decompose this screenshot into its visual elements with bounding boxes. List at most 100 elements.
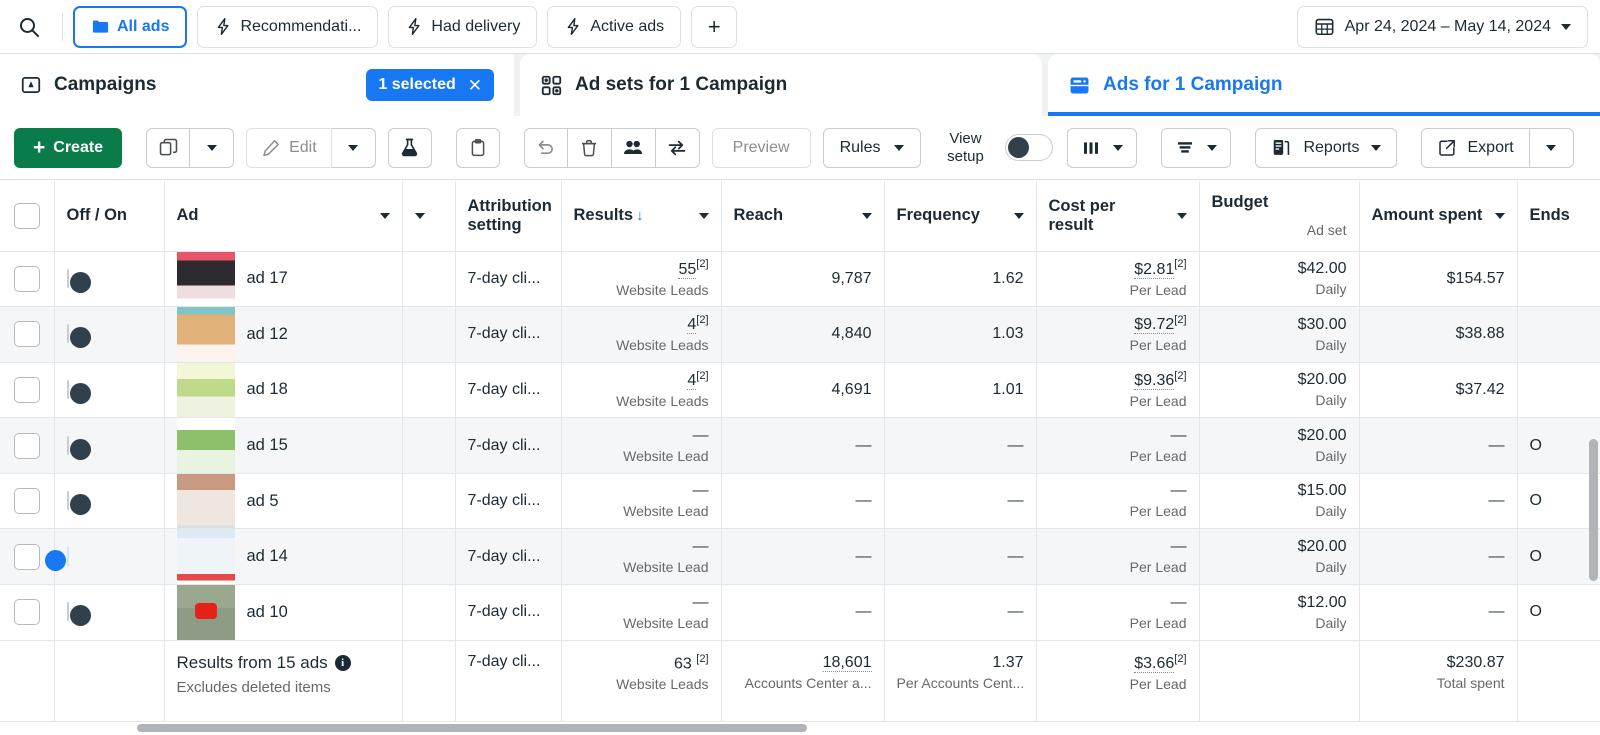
selected-count-label: 1 selected xyxy=(378,76,455,94)
edit-menu-button[interactable] xyxy=(332,128,376,168)
chevron-down-icon[interactable] xyxy=(380,213,390,219)
select-all-checkbox[interactable] xyxy=(14,203,40,229)
row-ad-cell[interactable]: ad 5 xyxy=(164,473,402,529)
columns-button[interactable] xyxy=(1067,128,1137,168)
budget-value: $12.00 xyxy=(1212,593,1347,613)
table-row[interactable]: ad 18 7-day cli... 4[2] Website Leads 4,… xyxy=(0,362,1600,418)
folder-icon xyxy=(91,17,110,36)
cpr-subtext: Per Lead xyxy=(1049,282,1187,300)
duplicate-menu-button[interactable] xyxy=(190,128,234,168)
edit-button[interactable]: Edit xyxy=(246,128,332,168)
chevron-down-icon[interactable] xyxy=(1495,213,1505,219)
row-ad-cell[interactable]: ad 15 xyxy=(164,418,402,474)
filter-chip-all-ads[interactable]: All ads xyxy=(73,6,187,48)
ad-status-toggle[interactable] xyxy=(67,380,69,399)
row-select-cell[interactable] xyxy=(0,362,54,418)
row-ad-cell[interactable]: ad 10 xyxy=(164,585,402,641)
ad-status-toggle[interactable] xyxy=(67,602,69,621)
table-row[interactable]: ad 10 7-day cli... — Website Lead — — — … xyxy=(0,585,1600,641)
row-checkbox[interactable] xyxy=(14,266,40,292)
row-toggle-cell[interactable] xyxy=(54,418,164,474)
preview-button[interactable]: Preview xyxy=(712,128,811,168)
row-checkbox[interactable] xyxy=(14,321,40,347)
row-toggle-cell[interactable] xyxy=(54,362,164,418)
sort-arrow-icon[interactable]: ↓ xyxy=(636,207,644,224)
row-ad-cell[interactable]: ad 12 xyxy=(164,307,402,363)
results-subtext: Website Leads xyxy=(574,393,709,411)
row-toggle-cell[interactable] xyxy=(54,529,164,585)
delete-button[interactable] xyxy=(568,128,612,168)
row-toggle-cell[interactable] xyxy=(54,585,164,641)
chevron-down-icon[interactable] xyxy=(1561,24,1571,30)
table-row[interactable]: ad 12 7-day cli... 4[2] Website Leads 4,… xyxy=(0,307,1600,363)
ad-status-toggle[interactable] xyxy=(67,547,69,566)
row-checkbox[interactable] xyxy=(14,377,40,403)
clipboard-button[interactable] xyxy=(456,128,500,168)
tab-campaigns[interactable]: Campaigns 1 selected ✕ xyxy=(0,54,514,116)
row-ad-cell[interactable]: ad 14 xyxy=(164,529,402,585)
row-checkbox[interactable] xyxy=(14,599,40,625)
ads-table-container[interactable]: Off / On Ad Attribution setting Results↓ xyxy=(0,181,1600,735)
table-row[interactable]: ad 17 7-day cli... 55[2] Website Leads 9… xyxy=(0,251,1600,307)
create-button[interactable]: + Create xyxy=(14,128,122,168)
export-button[interactable]: Export xyxy=(1421,128,1530,168)
row-select-cell[interactable] xyxy=(0,251,54,307)
table-row[interactable]: ad 5 7-day cli... — Website Lead — — — P… xyxy=(0,473,1600,529)
row-checkbox[interactable] xyxy=(14,433,40,459)
row-ad-cell[interactable]: ad 18 xyxy=(164,362,402,418)
budget-subtext: Daily xyxy=(1212,559,1347,577)
cpr-value: — xyxy=(1171,482,1187,499)
summary-row: Results from 15 ads i Excludes deleted i… xyxy=(0,640,1600,728)
filter-chip-had-delivery[interactable]: Had delivery xyxy=(388,6,537,48)
tab-ad-sets[interactable]: Ad sets for 1 Campaign xyxy=(520,54,1042,116)
table-row[interactable]: ad 14 7-day cli... — Website Lead — — — … xyxy=(0,529,1600,585)
row-toggle-cell[interactable] xyxy=(54,251,164,307)
row-select-cell[interactable] xyxy=(0,307,54,363)
reports-button[interactable]: Reports xyxy=(1255,128,1396,168)
horizontal-scrollbar-thumb[interactable] xyxy=(137,724,807,732)
breakdown-button[interactable] xyxy=(1161,128,1231,168)
view-setup-toggle[interactable] xyxy=(1005,134,1053,161)
clear-selection-icon[interactable]: ✕ xyxy=(468,77,482,94)
row-toggle-cell[interactable] xyxy=(54,307,164,363)
row-select-cell[interactable] xyxy=(0,418,54,474)
ad-status-toggle[interactable] xyxy=(67,324,69,343)
chevron-down-icon[interactable] xyxy=(699,213,709,219)
horizontal-scrollbar-track[interactable] xyxy=(0,721,1600,735)
filter-chip-recommendations[interactable]: Recommendati... xyxy=(197,6,378,48)
move-button[interactable] xyxy=(656,128,700,168)
header-budget: Budget Ad set xyxy=(1199,181,1359,251)
row-checkbox[interactable] xyxy=(14,544,40,570)
vertical-scrollbar[interactable] xyxy=(1589,439,1598,581)
audience-button[interactable] xyxy=(612,128,656,168)
date-range-picker[interactable]: Apr 24, 2024 – May 14, 2024 xyxy=(1297,6,1588,48)
ab-test-button[interactable] xyxy=(388,128,432,168)
export-menu-button[interactable] xyxy=(1530,128,1574,168)
row-select-cell[interactable] xyxy=(0,473,54,529)
chevron-down-icon[interactable] xyxy=(415,213,425,219)
info-icon[interactable]: i xyxy=(335,655,351,671)
search-button[interactable] xyxy=(6,4,52,50)
selected-count-badge[interactable]: 1 selected ✕ xyxy=(366,69,494,101)
header-select-all[interactable] xyxy=(0,181,54,251)
undo-button[interactable] xyxy=(524,128,568,168)
footer-results-subtext: Website Leads xyxy=(574,676,709,694)
table-row[interactable]: ad 15 7-day cli... — Website Lead — — — … xyxy=(0,418,1600,474)
ad-status-toggle[interactable] xyxy=(67,269,69,288)
duplicate-button[interactable] xyxy=(146,128,190,168)
filter-chip-active-ads[interactable]: Active ads xyxy=(547,6,681,48)
ad-status-toggle[interactable] xyxy=(67,436,69,455)
chevron-down-icon[interactable] xyxy=(862,213,872,219)
chevron-down-icon[interactable] xyxy=(1014,213,1024,219)
reports-group: Reports xyxy=(1255,128,1396,168)
add-filter-button[interactable]: + xyxy=(691,6,737,48)
row-toggle-cell[interactable] xyxy=(54,473,164,529)
ad-status-toggle[interactable] xyxy=(67,491,69,510)
chevron-down-icon[interactable] xyxy=(1177,213,1187,219)
rules-button[interactable]: Rules xyxy=(823,128,922,168)
row-select-cell[interactable] xyxy=(0,585,54,641)
tab-ads[interactable]: Ads for 1 Campaign xyxy=(1048,54,1600,116)
row-ad-cell[interactable]: ad 17 xyxy=(164,251,402,307)
results-footnote: [2] xyxy=(696,314,708,326)
row-checkbox[interactable] xyxy=(14,488,40,514)
